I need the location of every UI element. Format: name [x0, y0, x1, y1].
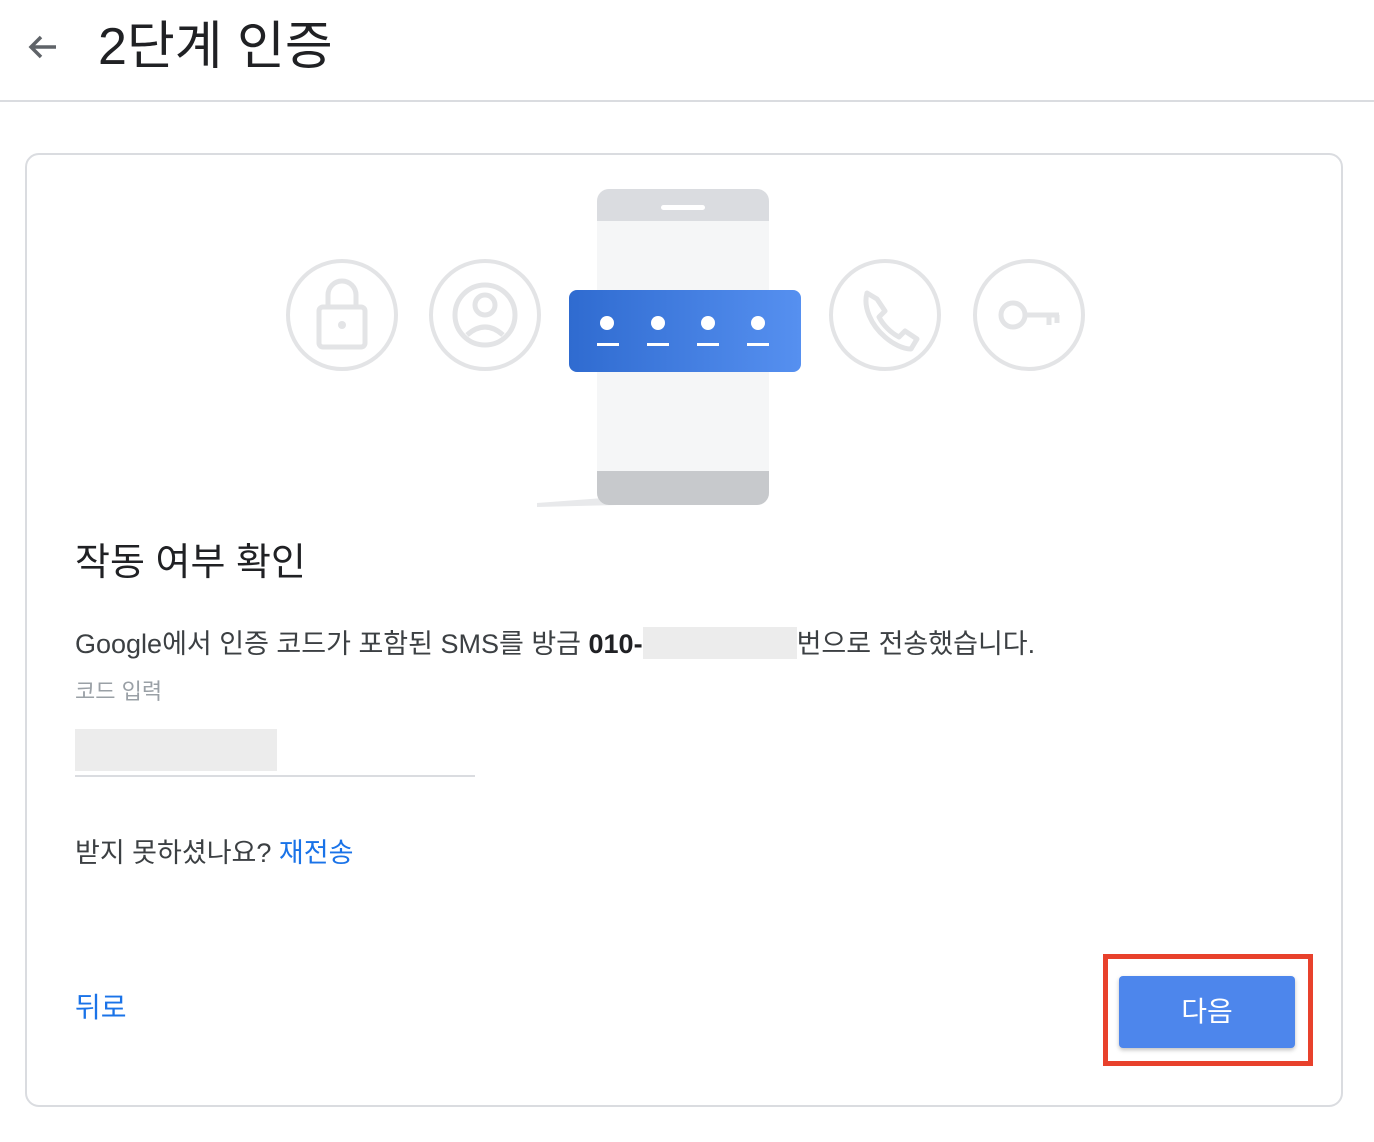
code-input-label: 코드 입력	[75, 679, 163, 704]
lock-icon	[286, 259, 398, 371]
verification-card: 작동 여부 확인 Google에서 인증 코드가 포함된 SMS를 방금 010…	[25, 153, 1343, 1107]
resend-link[interactable]: 재전송	[279, 838, 354, 868]
phone-call-icon	[829, 259, 941, 371]
sms-sent-message: Google에서 인증 코드가 포함된 SMS를 방금 010- 번으로 전송했습…	[75, 625, 1035, 663]
account-circle-icon	[429, 259, 541, 371]
code-card-icon	[569, 290, 801, 372]
two-step-illustration	[286, 189, 1085, 507]
app-header: 2단계 인증	[0, 0, 1374, 102]
resend-question: 받지 못하셨나요?	[75, 838, 279, 868]
phone-number-prefix: 010-	[588, 629, 643, 659]
code-input[interactable]	[75, 729, 479, 775]
key-icon	[973, 259, 1085, 371]
message-prefix: Google에서 인증 코드가 포함된 SMS를 방금	[75, 629, 589, 659]
back-button[interactable]: 뒤로	[75, 988, 127, 1028]
code-input-field[interactable]	[75, 729, 479, 777]
page-title: 2단계 인증	[98, 18, 333, 76]
arrow-left-icon[interactable]	[22, 28, 62, 68]
redacted-phone-number	[642, 627, 797, 659]
next-button[interactable]: 다음	[1119, 976, 1295, 1048]
resend-prompt: 받지 못하셨나요? 재전송	[75, 833, 353, 873]
section-title: 작동 여부 확인	[75, 542, 306, 584]
message-suffix: 번으로 전송했습니다.	[796, 629, 1036, 659]
